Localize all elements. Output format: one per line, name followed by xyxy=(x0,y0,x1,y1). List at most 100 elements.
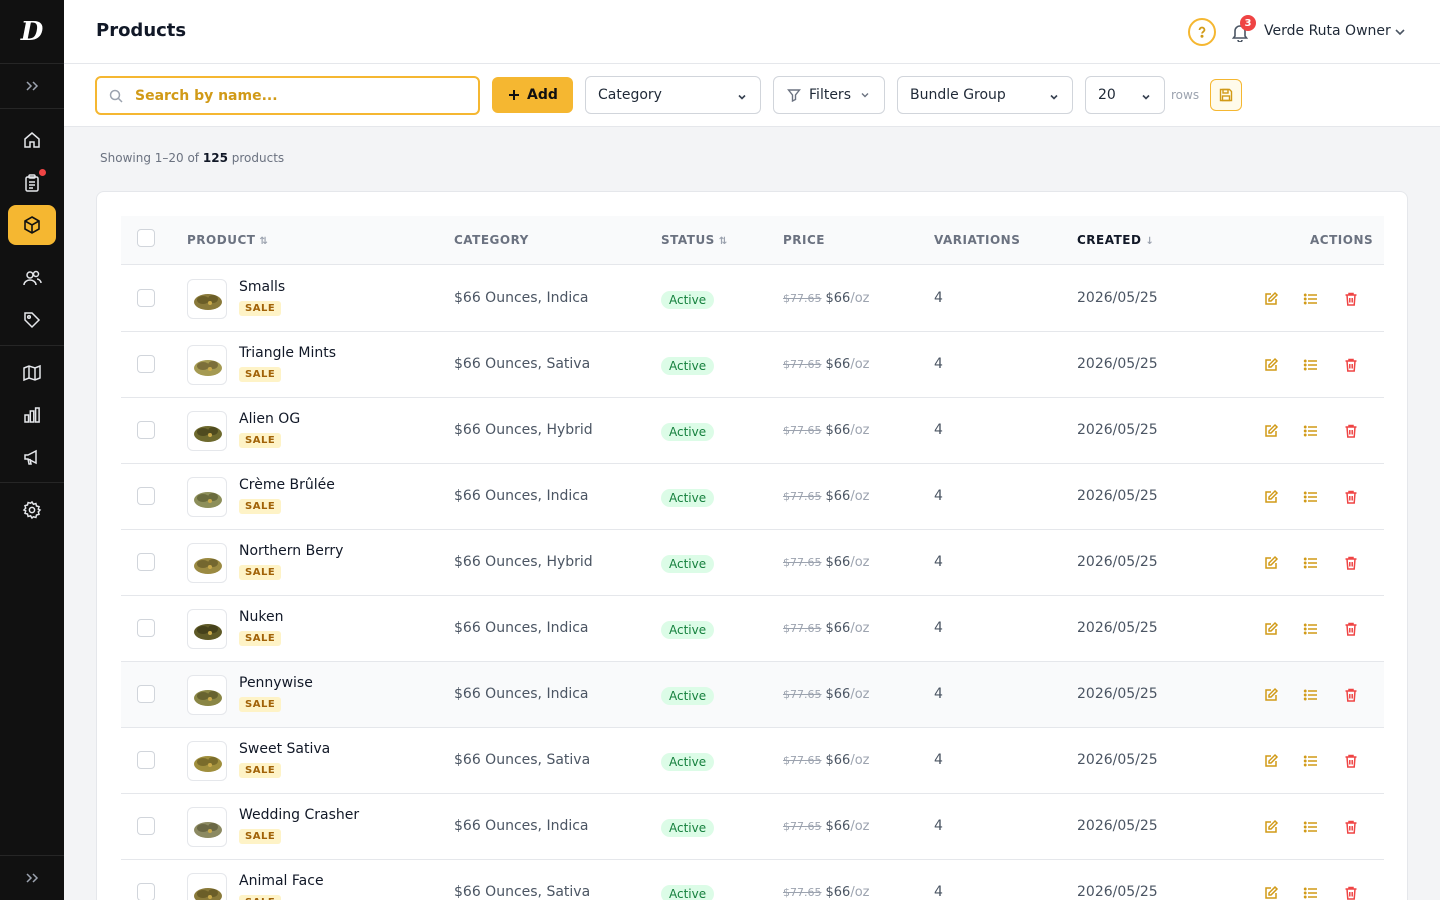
row-checkbox[interactable] xyxy=(137,355,155,373)
sidebar-item-orders[interactable] xyxy=(8,163,56,203)
table-row[interactable]: Northern Berry SALE $66 Ounces, Hybrid A… xyxy=(121,530,1384,596)
results-summary: Showing 1–20 of 125 products xyxy=(100,151,284,165)
edit-button[interactable] xyxy=(1262,422,1280,440)
sidebar-item-reports[interactable] xyxy=(8,395,56,435)
variations-list-button[interactable] xyxy=(1302,488,1320,506)
delete-button[interactable] xyxy=(1342,290,1360,308)
delete-button[interactable] xyxy=(1342,422,1360,440)
variations-list-button[interactable] xyxy=(1302,686,1320,704)
list-icon xyxy=(1303,425,1317,437)
table-row[interactable]: Sweet Sativa SALE $66 Ounces, Sativa Act… xyxy=(121,728,1384,794)
delete-button[interactable] xyxy=(1342,554,1360,572)
category-select[interactable]: Category xyxy=(585,76,761,114)
save-view-button[interactable] xyxy=(1210,79,1242,111)
product-name[interactable]: Smalls xyxy=(239,279,285,295)
filters-button[interactable]: Filters xyxy=(773,76,885,114)
column-status[interactable]: STATUS ⇅ xyxy=(661,233,728,247)
sidebar-expand-button[interactable] xyxy=(0,64,64,109)
sidebar-item-marketing[interactable] xyxy=(8,437,56,477)
sidebar-collapse-toggle[interactable] xyxy=(0,855,64,900)
sidebar-item-promotions[interactable] xyxy=(8,300,56,340)
product-name[interactable]: Alien OG xyxy=(239,411,300,427)
variations-list-button[interactable] xyxy=(1302,884,1320,900)
row-checkbox[interactable] xyxy=(137,421,155,439)
table-row[interactable]: Pennywise SALE $66 Ounces, Indica Active… xyxy=(121,662,1384,728)
page-title: Products xyxy=(96,20,187,41)
row-checkbox[interactable] xyxy=(137,619,155,637)
variations-list-button[interactable] xyxy=(1302,422,1320,440)
product-name[interactable]: Crème Brûlée xyxy=(239,477,335,493)
table-row[interactable]: Smalls SALE $66 Ounces, Indica Active $7… xyxy=(121,266,1384,332)
product-price: $77.65 $66/oz xyxy=(783,423,870,438)
brand-logo[interactable]: D xyxy=(0,0,64,64)
select-all-checkbox[interactable] xyxy=(137,229,155,247)
chevron-down-icon[interactable] xyxy=(1392,24,1408,40)
price-unit: /oz xyxy=(850,423,870,438)
delete-button[interactable] xyxy=(1342,884,1360,900)
delete-button[interactable] xyxy=(1342,356,1360,374)
sidebar-item-settings[interactable] xyxy=(8,490,56,530)
search-input[interactable] xyxy=(135,87,455,104)
edit-button[interactable] xyxy=(1262,884,1280,900)
product-name[interactable]: Animal Face xyxy=(239,873,324,889)
table-row[interactable]: Wedding Crasher SALE $66 Ounces, Indica … xyxy=(121,794,1384,860)
edit-button[interactable] xyxy=(1262,752,1280,770)
table-row[interactable]: Crème Brûlée SALE $66 Ounces, Indica Act… xyxy=(121,464,1384,530)
delete-button[interactable] xyxy=(1342,620,1360,638)
edit-button[interactable] xyxy=(1262,356,1280,374)
product-category: $66 Ounces, Sativa xyxy=(454,752,591,768)
sidebar-item-home[interactable] xyxy=(8,120,56,160)
row-checkbox[interactable] xyxy=(137,751,155,769)
product-name[interactable]: Northern Berry xyxy=(239,543,343,559)
created-date: 2026/05/25 xyxy=(1077,686,1158,702)
product-name[interactable]: Wedding Crasher xyxy=(239,807,359,823)
product-name[interactable]: Pennywise xyxy=(239,675,313,691)
row-checkbox[interactable] xyxy=(137,289,155,307)
edit-button[interactable] xyxy=(1262,620,1280,638)
trash-icon xyxy=(1345,820,1357,834)
list-icon xyxy=(1303,821,1317,833)
edit-button[interactable] xyxy=(1262,818,1280,836)
delete-button[interactable] xyxy=(1342,686,1360,704)
edit-button[interactable] xyxy=(1262,488,1280,506)
variations-list-button[interactable] xyxy=(1302,620,1320,638)
sidebar-item-customers[interactable] xyxy=(8,258,56,298)
variations-list-button[interactable] xyxy=(1302,356,1320,374)
product-name[interactable]: Nuken xyxy=(239,609,283,625)
sidebar-item-products[interactable] xyxy=(8,205,56,245)
delete-button[interactable] xyxy=(1342,818,1360,836)
search-box[interactable] xyxy=(95,76,480,115)
variations-list-button[interactable] xyxy=(1302,818,1320,836)
original-price: $77.65 xyxy=(783,424,822,437)
variations-list-button[interactable] xyxy=(1302,752,1320,770)
delete-button[interactable] xyxy=(1342,488,1360,506)
tag-icon xyxy=(24,312,41,329)
table-row[interactable]: Alien OG SALE $66 Ounces, Hybrid Active … xyxy=(121,398,1384,464)
row-checkbox[interactable] xyxy=(137,883,155,900)
row-checkbox[interactable] xyxy=(137,685,155,703)
table-row[interactable]: Nuken SALE $66 Ounces, Indica Active $77… xyxy=(121,596,1384,662)
sidebar-item-catalog[interactable] xyxy=(8,353,56,393)
row-checkbox[interactable] xyxy=(137,817,155,835)
edit-button[interactable] xyxy=(1262,686,1280,704)
column-created[interactable]: CREATED ↓ xyxy=(1077,233,1154,247)
edit-button[interactable] xyxy=(1262,290,1280,308)
variations-list-button[interactable] xyxy=(1302,554,1320,572)
bundle-group-select[interactable]: Bundle Group xyxy=(897,76,1073,114)
column-product[interactable]: PRODUCT ⇅ xyxy=(187,233,268,247)
user-menu-name[interactable]: Verde Ruta Owner xyxy=(1264,23,1391,39)
rows-per-page-select[interactable]: 20 xyxy=(1085,76,1165,114)
row-checkbox[interactable] xyxy=(137,553,155,571)
table-row[interactable]: Triangle Mints SALE $66 Ounces, Sativa A… xyxy=(121,332,1384,398)
add-product-button[interactable]: Add xyxy=(492,77,573,113)
help-button[interactable] xyxy=(1188,18,1216,46)
delete-button[interactable] xyxy=(1342,752,1360,770)
product-name[interactable]: Sweet Sativa xyxy=(239,741,330,757)
price-unit: /oz xyxy=(850,687,870,702)
variations-list-button[interactable] xyxy=(1302,290,1320,308)
edit-button[interactable] xyxy=(1262,554,1280,572)
save-icon xyxy=(1219,88,1233,102)
row-checkbox[interactable] xyxy=(137,487,155,505)
product-name[interactable]: Triangle Mints xyxy=(239,345,336,361)
table-row[interactable]: Animal Face SALE $66 Ounces, Sativa Acti… xyxy=(121,860,1384,900)
